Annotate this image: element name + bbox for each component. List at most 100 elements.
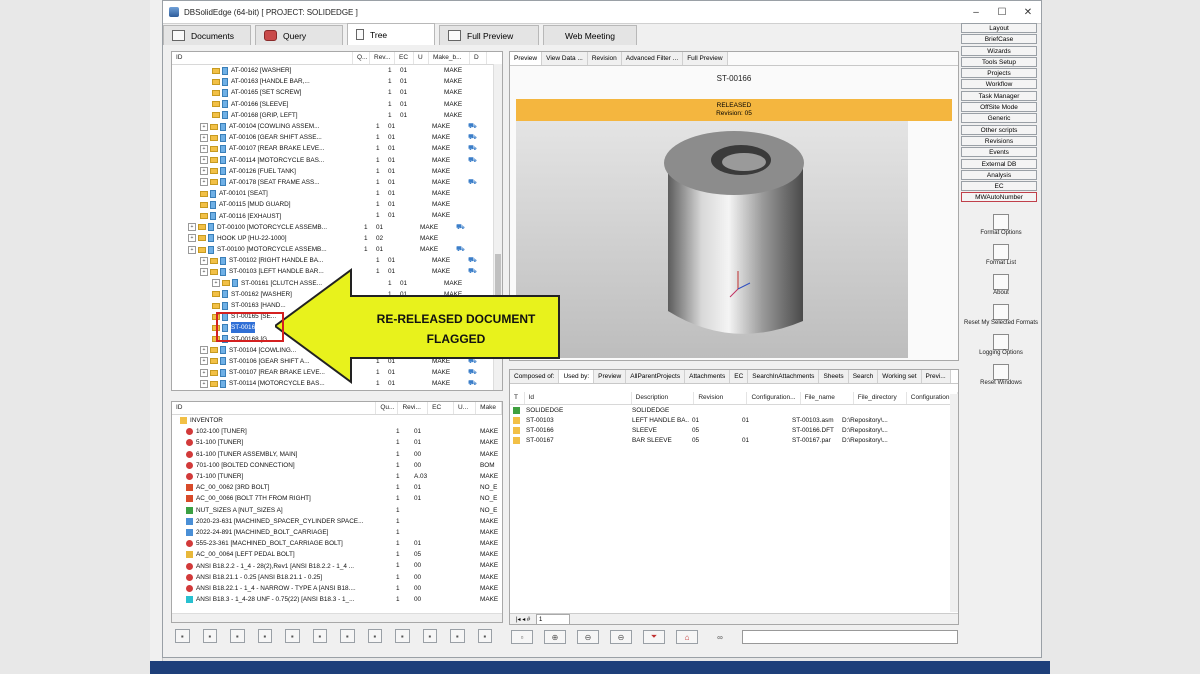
page-number-input[interactable]: 1 — [535, 614, 570, 624]
sidebar-item-layout[interactable]: Layout — [961, 23, 1037, 33]
inventor-row[interactable]: AC_00_0064 [LEFT PEDAL BOLT] 1 05 MAKE — [172, 549, 502, 560]
used-by-row[interactable]: ST-00166 SLEEVE 05 ST-00166.DFT D:\Repositor… — [510, 425, 958, 435]
sidebar-item-projects[interactable]: Projects — [961, 68, 1037, 79]
inventor-row[interactable]: ANSI B18.3 - 1_4-28 UNF - 0.75(22) [ANSI… — [172, 594, 502, 605]
used-by-tab[interactable]: Previ... — [921, 370, 951, 383]
tool-reset-windows[interactable]: Reset Windows — [961, 364, 1041, 386]
tree-row[interactable]: + ST-00100 [MOTORCYCLE ASSEMB... 1 01 MAKE ⛟ — [172, 244, 502, 255]
used-by-tab[interactable]: Sheets — [819, 370, 849, 383]
used-by-tab[interactable]: SearchInAttachments — [748, 370, 820, 383]
inventor-col-header[interactable]: Make — [476, 402, 502, 414]
expand-toggle-icon[interactable]: + — [200, 256, 208, 265]
close-button[interactable]: ✕ — [1015, 7, 1041, 18]
sidebar-item-wizards[interactable]: Wizards — [961, 45, 1037, 56]
tab-documents[interactable]: Documents — [163, 25, 251, 45]
expand-toggle-icon[interactable]: + — [188, 234, 196, 243]
inventor-col-header[interactable]: EC — [428, 402, 455, 414]
toolbar-button[interactable]: ▪ — [477, 629, 492, 643]
sidebar-item-briefcase[interactable]: BriefCase — [961, 34, 1037, 45]
preview-tab[interactable]: Revision — [587, 52, 622, 65]
sidebar-item-other-scripts[interactable]: Other scripts — [961, 124, 1037, 135]
inventor-row[interactable]: 71-100 [TUNER] 1 A.03 MAKE — [172, 471, 502, 482]
tree-col-header[interactable]: D — [470, 52, 487, 64]
toolbar-button[interactable]: ▪ — [450, 629, 465, 643]
expand-toggle-icon[interactable]: + — [200, 379, 208, 388]
used-by-col-header[interactable]: Configuration... — [747, 392, 801, 404]
search-input[interactable] — [742, 630, 958, 644]
toolbar-button[interactable]: ▪ — [312, 629, 327, 643]
sidebar-item-revisions[interactable]: Revisions — [961, 135, 1037, 146]
used-by-tab[interactable]: Working set — [878, 370, 922, 383]
toolbar-button[interactable]: ▪ — [257, 629, 272, 643]
used-by-tab[interactable]: AllParentProjects — [626, 370, 686, 383]
used-by-col-header[interactable]: Description — [632, 392, 695, 404]
expand-toggle-icon[interactable]: + — [200, 346, 208, 355]
expand-toggle-icon[interactable]: + — [200, 167, 208, 176]
tree-row[interactable]: AT-00101 [SEAT] 1 01 MAKE — [172, 188, 502, 199]
tree-col-header[interactable]: U — [414, 52, 429, 64]
tree-row[interactable]: + HOOK UP [HU-22-1000] 1 02 MAKE — [172, 233, 502, 244]
tool-about[interactable]: About — [961, 274, 1041, 296]
tree-row[interactable]: AT-00115 [MUD GUARD] 1 01 MAKE — [172, 199, 502, 210]
sidebar-item-ec[interactable]: EC — [961, 181, 1037, 192]
glasses-icon[interactable]: ∞ — [709, 630, 731, 644]
inventor-col-header[interactable]: Revi... — [398, 402, 429, 414]
tab-tree[interactable]: Tree — [347, 23, 435, 45]
used-by-col-header[interactable]: T — [510, 392, 525, 404]
tree-row[interactable]: + AT-00104 [COWLING ASSEM... 1 01 MAKE ⛟ — [172, 121, 502, 132]
toolbar-button[interactable]: ▪ — [202, 629, 217, 643]
tool-logging-options[interactable]: Logging Options — [961, 334, 1041, 356]
tree-col-header[interactable]: Make_b... — [429, 52, 470, 64]
tree-row[interactable]: + AT-00106 [GEAR SHIFT ASSE... 1 01 MAKE ⛟ — [172, 132, 502, 143]
expand-toggle-icon[interactable]: + — [212, 279, 220, 288]
tool-format-options[interactable]: Format Options — [961, 214, 1041, 236]
tab-query[interactable]: Query — [255, 25, 343, 45]
inventor-row[interactable]: AC_00_0066 [BOLT 7TH FROM RIGHT] 1 01 NO_E — [172, 493, 502, 504]
inventor-row[interactable]: 701-100 [BOLTED CONNECTION] 1 00 BOM — [172, 460, 502, 471]
toolbar-button[interactable]: ▪ — [285, 629, 300, 643]
inventor-col-header[interactable]: Qu... — [376, 402, 399, 414]
inventor-row[interactable]: INVENTOR — [172, 415, 502, 426]
tree-row[interactable]: + ST-00102 [RIGHT HANDLE BA... 1 01 MAKE ⛟ — [172, 255, 502, 266]
sidebar-item-events[interactable]: Events — [961, 147, 1037, 158]
expand-toggle-icon[interactable]: + — [200, 156, 208, 165]
inventor-row[interactable]: ANSI B18.22.1 - 1_4 - NARROW - TYPE A [A… — [172, 583, 502, 594]
expand-toggle-icon[interactable]: + — [200, 144, 208, 153]
inventor-col-header[interactable]: ID — [172, 402, 377, 414]
toolbar-button[interactable]: ▪ — [422, 629, 437, 643]
used-by-tab[interactable]: EC — [730, 370, 749, 383]
zoom-in-icon[interactable]: ⊕ — [544, 630, 566, 644]
tree-row[interactable]: AT-00116 [EXHAUST] 1 01 MAKE — [172, 210, 502, 221]
used-by-col-header[interactable]: Revision — [694, 392, 748, 404]
preview-tab[interactable]: Advanced Filter ... — [621, 52, 684, 65]
used-by-col-header[interactable]: Id — [525, 392, 632, 404]
sidebar-item-external-db[interactable]: External DB — [961, 158, 1037, 169]
used-by-row[interactable]: ST-00103 LEFT HANDLE BA... 01 01 ST-00103.as… — [510, 415, 958, 425]
used-by-scrollbar[interactable] — [950, 394, 958, 612]
sidebar-item-offsite-mode[interactable]: OffSite Mode — [961, 102, 1037, 113]
expand-toggle-icon[interactable]: + — [200, 267, 208, 276]
tree-row[interactable]: AT-00163 [HANDLE BAR,... 1 01 MAKE — [172, 76, 502, 87]
tree-row[interactable]: AT-00166 [SLEEVE] 1 01 MAKE — [172, 99, 502, 110]
maximize-button[interactable]: ☐ — [989, 7, 1015, 18]
expand-toggle-icon[interactable]: + — [200, 368, 208, 377]
preview-tab[interactable]: Preview — [510, 52, 543, 65]
tree-col-header[interactable]: Rev... — [370, 52, 395, 64]
tree-col-header[interactable]: Q... — [353, 52, 370, 64]
toolbar-button[interactable]: ▪ — [340, 629, 355, 643]
tree-row[interactable]: + AT-00114 [MOTORCYCLE BAS... 1 01 MAKE ⛟ — [172, 155, 502, 166]
sidebar-item-tools-setup[interactable]: Tools Setup — [961, 56, 1037, 67]
sidebar-item-workflow[interactable]: Workflow — [961, 79, 1037, 90]
used-by-col-header[interactable]: File_name — [801, 392, 854, 404]
inventor-row[interactable]: ANSI B18.2.2 - 1_4 - 28(2),Rev1 [ANSI B1… — [172, 560, 502, 571]
used-by-row[interactable]: ST-00167 BAR SLEEVE 05 01 ST-00167.par D:\Rep… — [510, 435, 958, 445]
filter-icon[interactable]: ⏷ — [643, 630, 665, 644]
tree-col-header[interactable]: ID — [172, 52, 353, 64]
tab-full-preview[interactable]: Full Preview — [439, 25, 539, 45]
model-viewport[interactable] — [516, 121, 908, 358]
used-by-tab[interactable]: Attachments — [685, 370, 731, 383]
toolbar-button[interactable]: ▪ — [175, 629, 190, 643]
tree-row[interactable]: + AT-00126 [FUEL TANK] 1 01 MAKE — [172, 166, 502, 177]
toolbar-button[interactable]: ▪ — [230, 629, 245, 643]
zoom-fit-icon[interactable]: ⊖ — [610, 630, 632, 644]
